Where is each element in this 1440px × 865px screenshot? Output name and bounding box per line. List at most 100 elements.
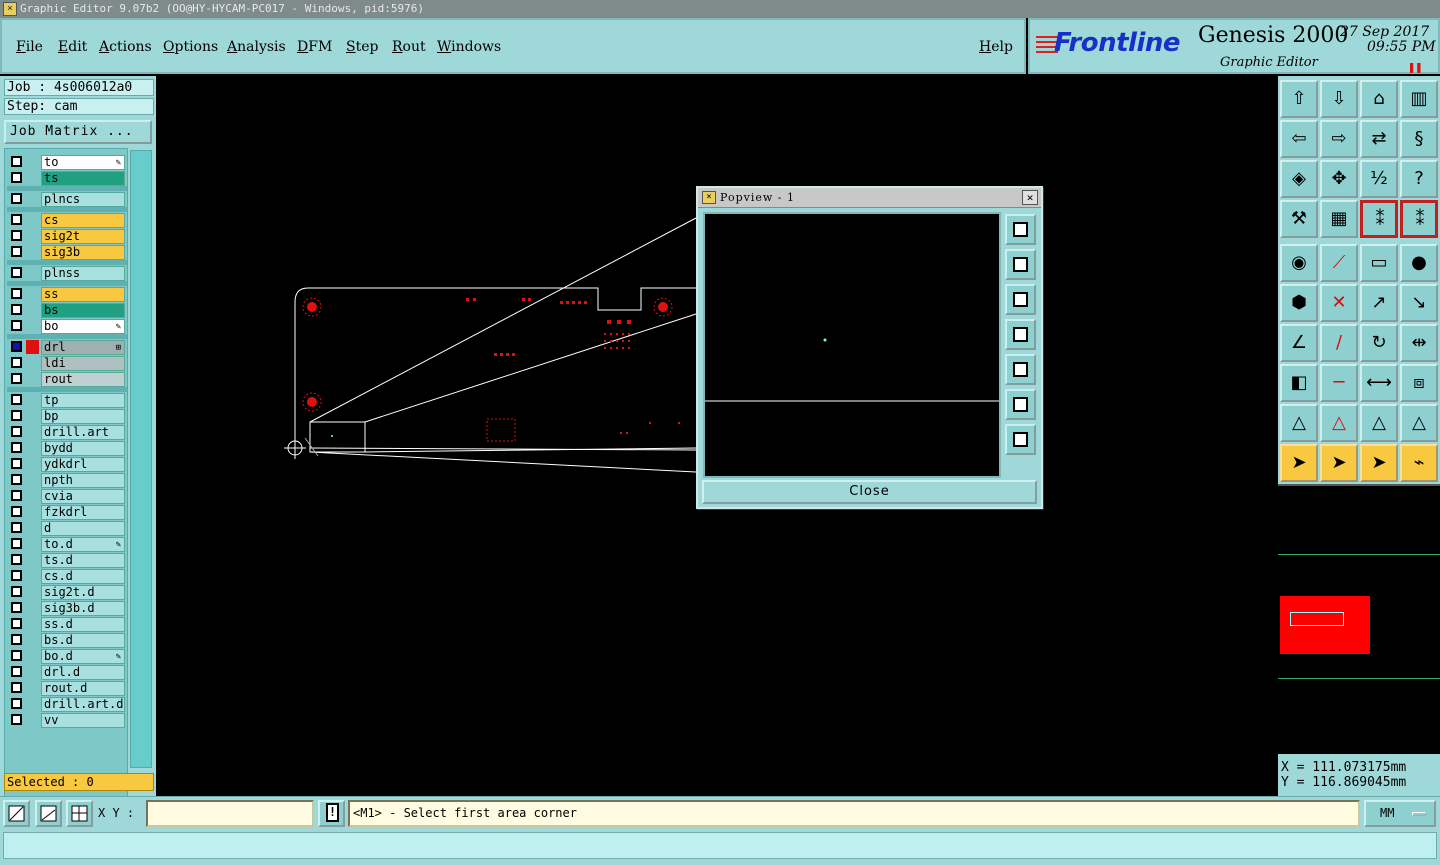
layer-row[interactable]: drill.art.d bbox=[7, 696, 127, 712]
grid-button[interactable]: ▦ bbox=[1320, 200, 1358, 238]
menu-analysis[interactable]: Analysis bbox=[227, 39, 286, 55]
layer-name[interactable]: ts bbox=[41, 171, 125, 186]
angle-button[interactable]: ∠ bbox=[1280, 324, 1318, 362]
dot-button[interactable]: ● bbox=[1400, 244, 1438, 282]
popview-zoom-in-button[interactable] bbox=[1005, 389, 1036, 420]
select-box-button[interactable]: ➤ bbox=[1320, 444, 1358, 482]
swap-button[interactable]: ⇄ bbox=[1360, 120, 1398, 158]
layer-checkbox[interactable] bbox=[11, 172, 22, 183]
layer-row[interactable]: cs bbox=[7, 212, 127, 228]
layer-row[interactable]: rout.d bbox=[7, 680, 127, 696]
layer-name[interactable]: bydd bbox=[41, 441, 125, 456]
job-matrix-button[interactable]: Job Matrix ... bbox=[4, 120, 152, 144]
layer-checkbox[interactable] bbox=[11, 267, 22, 278]
layer-row[interactable]: bp bbox=[7, 408, 127, 424]
menu-windows[interactable]: Windows bbox=[437, 39, 501, 55]
layer-row[interactable]: rout bbox=[7, 371, 127, 387]
popview-zoom-fit-button[interactable] bbox=[1005, 214, 1036, 245]
layer-row[interactable]: bo ✎ bbox=[7, 318, 127, 334]
layer-row[interactable]: d bbox=[7, 520, 127, 536]
layer-name[interactable]: plnss bbox=[41, 266, 125, 281]
home-button[interactable]: ⇧ bbox=[1280, 80, 1318, 118]
layer-row[interactable]: drill.art bbox=[7, 424, 127, 440]
layer-checkbox[interactable] bbox=[11, 304, 22, 315]
layer-name[interactable]: rout.d bbox=[41, 681, 125, 696]
add-pad-button[interactable]: ◉ bbox=[1280, 244, 1318, 282]
layer-row[interactable]: ydkdrl bbox=[7, 456, 127, 472]
menu-dfm[interactable]: DFM bbox=[297, 39, 332, 55]
layer-name[interactable]: drl.d bbox=[41, 665, 125, 680]
layer-checkbox[interactable] bbox=[11, 682, 22, 693]
layer-checkbox[interactable] bbox=[11, 426, 22, 437]
prev-page-button[interactable]: ⇦ bbox=[1280, 120, 1318, 158]
layer-row[interactable]: to.d ✎ bbox=[7, 536, 127, 552]
layer-name[interactable]: bo ✎ bbox=[41, 319, 125, 334]
popview-viewport[interactable] bbox=[703, 212, 1001, 478]
layer-checkbox[interactable] bbox=[11, 634, 22, 645]
triangle4-button[interactable]: △ bbox=[1400, 404, 1438, 442]
layer-name[interactable]: drill.art.d bbox=[41, 697, 125, 712]
split-view-button[interactable]: ▥ bbox=[1400, 80, 1438, 118]
group-button[interactable]: ⧈ bbox=[1400, 364, 1438, 402]
layer-name[interactable]: d bbox=[41, 521, 125, 536]
layer-name[interactable]: fzkdrl bbox=[41, 505, 125, 520]
menu-help[interactable]: Help bbox=[979, 39, 1013, 55]
layer-row[interactable]: bs bbox=[7, 302, 127, 318]
layer-row[interactable]: ss.d bbox=[7, 616, 127, 632]
popview-pan-right-button[interactable] bbox=[1005, 354, 1036, 385]
layer-scrollbar[interactable] bbox=[130, 150, 152, 768]
layer-checkbox[interactable] bbox=[11, 394, 22, 405]
layer-name[interactable]: cvia bbox=[41, 489, 125, 504]
layer-checkbox[interactable] bbox=[11, 602, 22, 613]
node-button[interactable]: ⬢ bbox=[1280, 284, 1318, 322]
layer-name[interactable]: bs.d bbox=[41, 633, 125, 648]
zoom-area-button[interactable] bbox=[3, 800, 30, 827]
layer-row[interactable]: ldi bbox=[7, 355, 127, 371]
menu-rout[interactable]: Rout bbox=[392, 39, 426, 55]
layer-name[interactable]: plncs bbox=[41, 192, 125, 207]
layer-name[interactable]: cs bbox=[41, 213, 125, 228]
layer-red2-button[interactable]: ⁑ bbox=[1400, 200, 1438, 238]
layer-row[interactable]: drl ⊞ bbox=[7, 339, 127, 355]
layer-row[interactable]: cvia bbox=[7, 488, 127, 504]
layer-name[interactable]: ts.d bbox=[41, 553, 125, 568]
layer-row[interactable]: cs.d bbox=[7, 568, 127, 584]
pan-button[interactable]: ✥ bbox=[1320, 160, 1358, 198]
layer-name[interactable]: sig3b bbox=[41, 245, 125, 260]
layer-name[interactable]: npth bbox=[41, 473, 125, 488]
layer-name[interactable]: cs.d bbox=[41, 569, 125, 584]
xy-input[interactable] bbox=[146, 800, 314, 827]
ruler-button[interactable]: ▭ bbox=[1360, 244, 1398, 282]
layer-name[interactable]: sig2t bbox=[41, 229, 125, 244]
layer-name[interactable]: ydkdrl bbox=[41, 457, 125, 472]
pause-icon[interactable]: ❚❚ bbox=[1408, 60, 1422, 74]
layer-row[interactable]: drl.d bbox=[7, 664, 127, 680]
mini-map[interactable] bbox=[1278, 484, 1440, 754]
layer-row[interactable]: fzkdrl bbox=[7, 504, 127, 520]
zoom-fit-button[interactable]: ◈ bbox=[1280, 160, 1318, 198]
triangle3-button[interactable]: △ bbox=[1360, 404, 1398, 442]
layer-row[interactable]: bs.d bbox=[7, 632, 127, 648]
select-poly-button[interactable]: ➤ bbox=[1360, 444, 1398, 482]
dimension-button[interactable]: ⟷ bbox=[1360, 364, 1398, 402]
menu-file[interactable]: File bbox=[16, 39, 43, 55]
layer-row[interactable]: plnss bbox=[7, 265, 127, 281]
layer-checkbox[interactable] bbox=[11, 357, 22, 368]
popview-pan-left-button[interactable] bbox=[1005, 319, 1036, 350]
s-curve-button[interactable]: § bbox=[1400, 120, 1438, 158]
layer-row[interactable]: ts bbox=[7, 170, 127, 186]
units-select[interactable]: MM bbox=[1364, 800, 1436, 827]
layer-name[interactable]: rout bbox=[41, 372, 125, 387]
snap-button[interactable]: ⌁ bbox=[1400, 444, 1438, 482]
layer-checkbox[interactable] bbox=[11, 442, 22, 453]
layer-checkbox[interactable] bbox=[11, 458, 22, 469]
popview-pan-up-button[interactable] bbox=[1005, 249, 1036, 280]
layer-name[interactable]: vv bbox=[41, 713, 125, 728]
arc-button[interactable]: ↗ bbox=[1360, 284, 1398, 322]
layer-name[interactable]: bp bbox=[41, 409, 125, 424]
layer-row[interactable]: plncs bbox=[7, 191, 127, 207]
alert-button[interactable]: ! bbox=[318, 800, 345, 827]
layer-row[interactable]: sig2t.d bbox=[7, 584, 127, 600]
layer-checkbox[interactable] bbox=[11, 506, 22, 517]
layer-checkbox[interactable] bbox=[11, 490, 22, 501]
